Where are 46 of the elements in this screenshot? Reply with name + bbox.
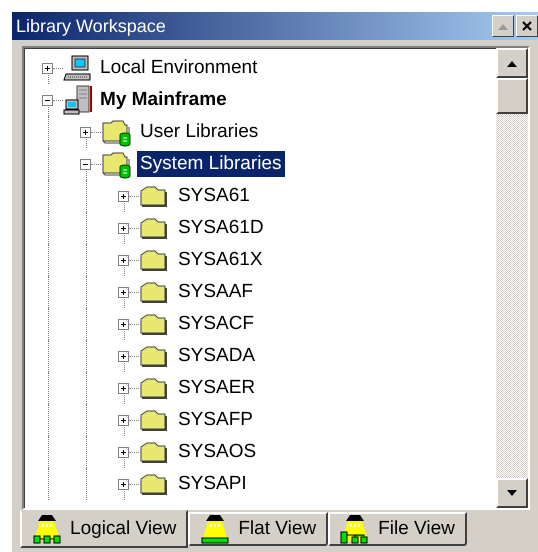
tree-item[interactable]: Local Environment <box>97 55 260 81</box>
close-button[interactable] <box>516 15 538 37</box>
tree-item[interactable]: SYSADA <box>175 343 258 369</box>
restore-button[interactable] <box>492 15 514 37</box>
tree-item[interactable]: SYSAOS <box>175 439 260 465</box>
scroll-up-button[interactable] <box>496 48 528 78</box>
expand-icon[interactable] <box>118 190 129 202</box>
view-tab[interactable]: File View <box>328 512 467 546</box>
tree-item[interactable]: SYSAFP <box>175 407 256 433</box>
scroll-thumb[interactable] <box>496 78 528 114</box>
lamp-network-icon <box>32 513 62 545</box>
tree-item[interactable]: SYSA61D <box>175 215 267 241</box>
expand-icon[interactable] <box>118 222 129 234</box>
expand-icon[interactable] <box>118 318 129 330</box>
tree-item[interactable]: System Libraries <box>137 151 284 177</box>
window-title: Library Workspace <box>16 16 166 36</box>
tree-item[interactable]: SYSA61 <box>175 183 253 209</box>
up-arrow-icon <box>506 60 518 66</box>
tree-item[interactable]: SYSACF <box>175 311 258 337</box>
expand-icon[interactable] <box>118 350 129 362</box>
scrollbar[interactable] <box>496 48 528 508</box>
close-icon <box>521 20 533 32</box>
collapse-icon[interactable] <box>42 94 53 106</box>
tree-item[interactable]: SYSA61X <box>175 247 266 273</box>
tree-item[interactable]: SYSAER <box>175 375 258 401</box>
expand-icon[interactable] <box>80 126 91 138</box>
scroll-down-button[interactable] <box>496 478 528 508</box>
tree-item[interactable]: My Mainframe <box>97 87 230 113</box>
view-tab[interactable]: Flat View <box>188 512 328 546</box>
tree-item[interactable]: SYSAPI <box>175 471 250 497</box>
tree-item[interactable]: User Libraries <box>137 119 262 145</box>
expand-icon[interactable] <box>118 286 129 298</box>
view-tab[interactable]: Logical View <box>20 510 188 548</box>
collapse-icon[interactable] <box>80 158 91 170</box>
expand-icon[interactable] <box>118 446 129 458</box>
down-arrow-icon <box>506 490 518 496</box>
server-icon <box>63 85 93 115</box>
lamp-tree-icon <box>340 513 370 545</box>
expand-icon[interactable] <box>118 382 129 394</box>
lamp-bar-icon <box>200 513 230 545</box>
expand-icon[interactable] <box>42 62 53 74</box>
expand-icon[interactable] <box>118 254 129 266</box>
computer-icon <box>63 54 93 82</box>
expand-icon[interactable] <box>118 478 129 490</box>
tree-item[interactable]: SYSAAF <box>175 279 256 305</box>
expand-icon[interactable] <box>118 414 129 426</box>
